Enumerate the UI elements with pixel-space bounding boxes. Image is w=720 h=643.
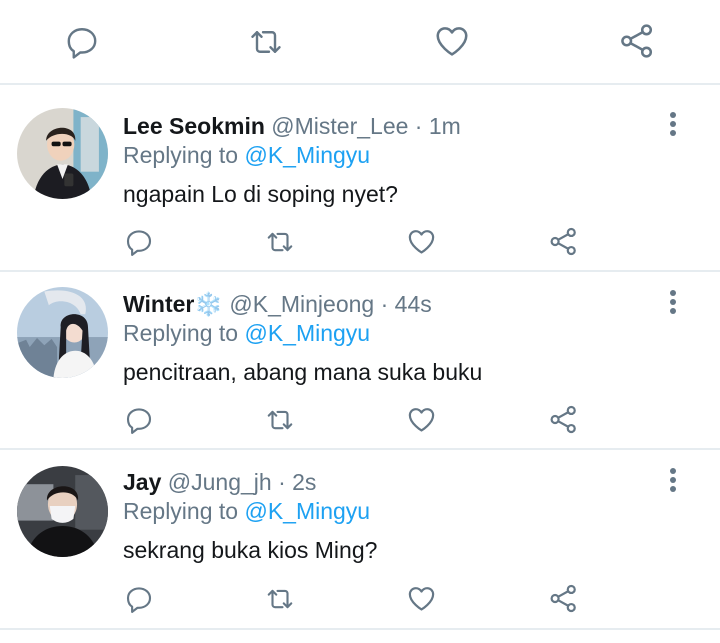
reply-text: pencitraan, abang mana suka buku xyxy=(123,359,483,385)
username[interactable]: @Mister_Lee xyxy=(271,113,408,139)
replying-to: Replying to @K_Mingyu xyxy=(123,319,370,347)
timestamp[interactable]: 1m xyxy=(429,113,461,139)
username[interactable]: @K_Minjeong xyxy=(229,291,374,317)
reply-icon[interactable] xyxy=(124,584,154,614)
reply-item[interactable]: Winter❄️ @K_Minjeong · 44s Replying to @… xyxy=(0,272,720,450)
top-action-bar xyxy=(0,0,720,85)
reply-item[interactable]: Lee Seokmin @Mister_Lee · 1m Replying to… xyxy=(0,85,720,272)
reply-text: ngapain Lo di soping nyet? xyxy=(123,181,398,207)
separator-dot: · xyxy=(380,291,389,317)
more-options-icon[interactable] xyxy=(663,111,683,139)
avatar[interactable] xyxy=(17,108,108,199)
reply-item[interactable]: Jay @Jung_jh · 2s Replying to @K_Mingyu … xyxy=(0,450,720,630)
reply-header: Winter❄️ @K_Minjeong · 44s xyxy=(123,290,432,318)
display-name[interactable]: Lee Seokmin xyxy=(123,113,265,139)
mention-link[interactable]: @K_Mingyu xyxy=(244,142,370,168)
replying-to-label: Replying to xyxy=(123,142,239,168)
like-icon[interactable] xyxy=(406,226,437,257)
mention-link[interactable]: @K_Mingyu xyxy=(244,498,370,524)
replying-to-label: Replying to xyxy=(123,320,239,346)
separator-dot: · xyxy=(414,113,423,139)
timestamp[interactable]: 2s xyxy=(292,469,316,495)
reply-header: Lee Seokmin @Mister_Lee · 1m xyxy=(123,112,461,140)
share-icon[interactable] xyxy=(548,226,579,257)
username[interactable]: @Jung_jh xyxy=(168,469,272,495)
avatar[interactable] xyxy=(17,466,108,557)
replying-to: Replying to @K_Mingyu xyxy=(123,141,370,169)
retweet-icon[interactable] xyxy=(264,227,296,257)
display-name[interactable]: Winter xyxy=(123,291,194,317)
like-icon[interactable] xyxy=(433,22,471,60)
separator-dot: · xyxy=(278,469,286,495)
reply-header: Jay @Jung_jh · 2s xyxy=(123,468,316,496)
share-icon[interactable] xyxy=(548,583,579,614)
more-options-icon[interactable] xyxy=(663,289,683,317)
timestamp[interactable]: 44s xyxy=(395,291,432,317)
replying-to-label: Replying to xyxy=(123,498,239,524)
replying-to: Replying to @K_Mingyu xyxy=(123,497,370,525)
like-icon[interactable] xyxy=(406,404,437,435)
reply-icon[interactable] xyxy=(124,227,154,257)
mention-link[interactable]: @K_Mingyu xyxy=(244,320,370,346)
reply-icon[interactable] xyxy=(124,405,154,435)
retweet-icon[interactable] xyxy=(264,584,296,614)
reply-text: sekrang buka kios Ming? xyxy=(123,537,378,563)
retweet-icon[interactable] xyxy=(264,405,296,435)
share-icon[interactable] xyxy=(618,22,656,60)
retweet-icon[interactable] xyxy=(246,24,286,60)
reply-icon[interactable] xyxy=(64,24,100,60)
more-options-icon[interactable] xyxy=(663,467,683,495)
snowflake-emoji: ❄️ xyxy=(194,291,223,317)
display-name[interactable]: Jay xyxy=(123,469,161,495)
share-icon[interactable] xyxy=(548,404,579,435)
like-icon[interactable] xyxy=(406,583,437,614)
avatar[interactable] xyxy=(17,287,108,378)
